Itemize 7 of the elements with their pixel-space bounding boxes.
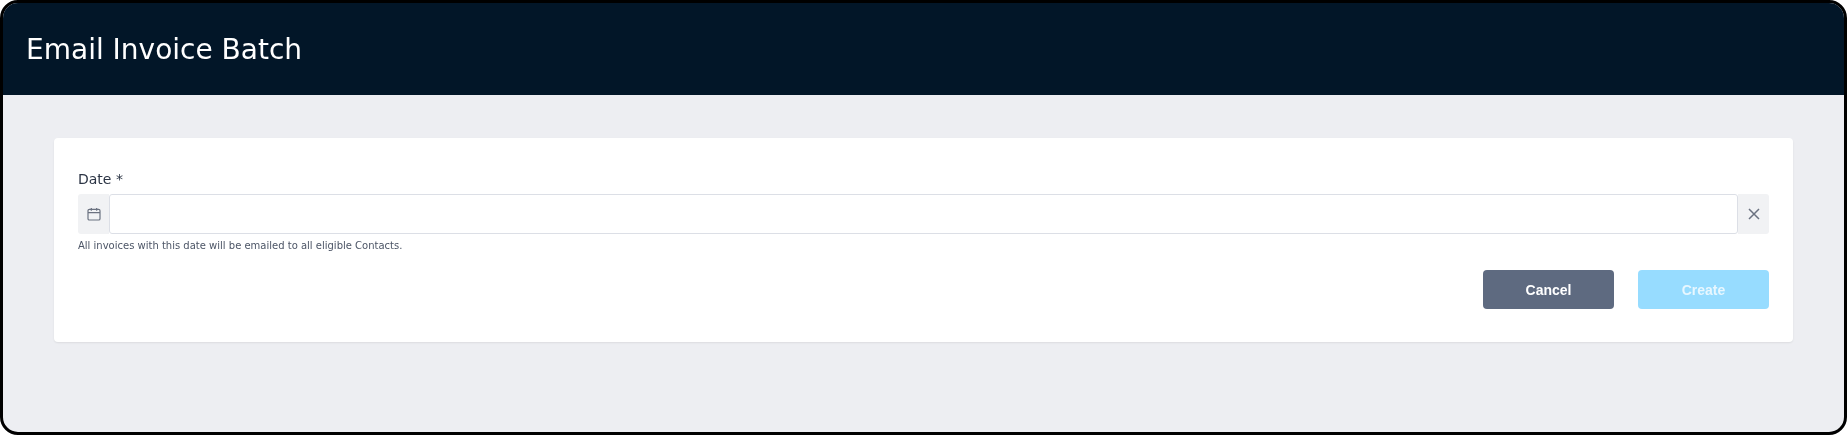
cancel-button[interactable]: Cancel bbox=[1483, 270, 1614, 309]
date-field[interactable] bbox=[109, 194, 1738, 234]
field-label: Date * bbox=[78, 171, 123, 187]
window-title: Email Invoice Batch bbox=[26, 32, 303, 66]
field-hint: All invoices with this date will be emailed to all eligible Contacts. bbox=[78, 240, 403, 251]
calendar-icon[interactable] bbox=[78, 194, 109, 234]
close-icon[interactable] bbox=[1738, 194, 1769, 234]
